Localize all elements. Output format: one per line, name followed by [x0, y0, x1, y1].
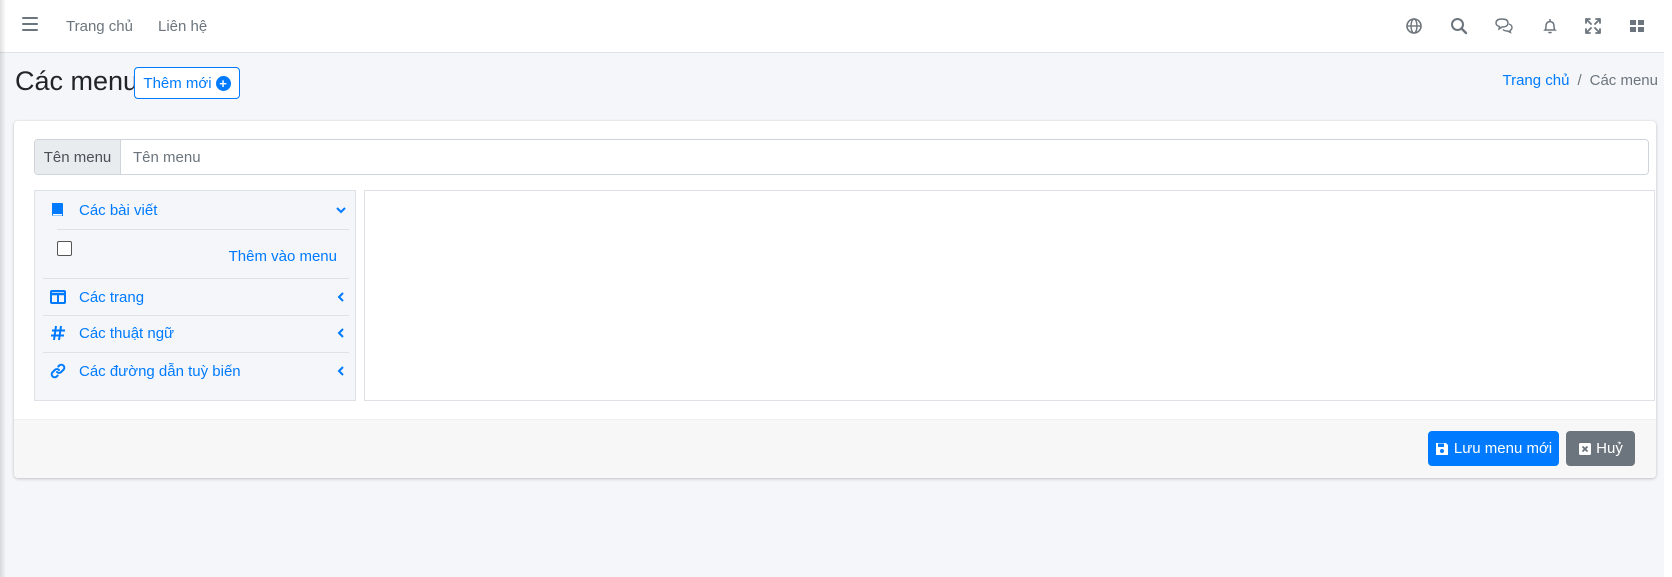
accordion-item-label: Các trang	[79, 288, 145, 306]
comments-icon[interactable]	[1494, 16, 1514, 36]
search-icon[interactable]	[1449, 16, 1469, 36]
link-icon	[50, 363, 66, 379]
accordion-item-pages[interactable]: Các trang	[43, 278, 349, 316]
expand-icon[interactable]	[1583, 16, 1603, 36]
close-square-icon	[1579, 442, 1592, 455]
save-icon	[1435, 442, 1448, 455]
chevron-left-icon	[337, 328, 344, 338]
window-edge	[1664, 0, 1672, 577]
accordion-item-label: Các đường dẫn tuỳ biến	[79, 362, 241, 380]
hashtag-icon	[51, 325, 65, 341]
nav-contact-link[interactable]: Liên hệ	[158, 0, 207, 52]
save-menu-button-label: Lưu menu mới	[1453, 440, 1553, 457]
add-new-button[interactable]: Thêm mới +	[134, 67, 240, 99]
accordion-item-custom-links[interactable]: Các đường dẫn tuỳ biến	[43, 352, 349, 390]
bell-icon[interactable]	[1540, 16, 1560, 36]
menu-source-accordion: Các bài viết Thêm vào menu Các trang Các…	[34, 190, 356, 401]
menu-icon[interactable]	[22, 17, 38, 31]
globe-icon[interactable]	[1404, 16, 1424, 36]
breadcrumb-home-link[interactable]: Trang chủ	[1502, 72, 1569, 89]
menu-name-input[interactable]	[121, 140, 1648, 174]
columns-icon	[50, 290, 66, 304]
plus-circle-icon: +	[215, 75, 231, 91]
post-select-checkbox[interactable]	[57, 241, 72, 256]
add-to-menu-link[interactable]: Thêm vào menu	[229, 248, 337, 265]
accordion-item-terms[interactable]: Các thuật ngữ	[43, 314, 349, 352]
menu-structure-panel[interactable]	[364, 190, 1655, 401]
breadcrumb: Trang chủ / Các menu	[1502, 72, 1658, 89]
nav-home-link[interactable]: Trang chủ	[66, 0, 133, 52]
cancel-button-label: Huỷ	[1596, 440, 1623, 457]
accordion-item-label: Các thuật ngữ	[79, 324, 175, 342]
chevron-left-icon	[337, 292, 344, 302]
menu-form-card: Tên menu Các bài viết Thêm vào menu Các …	[14, 121, 1656, 478]
divider	[57, 229, 349, 230]
book-icon	[51, 203, 63, 216]
accordion-item-posts[interactable]: Các bài viết	[43, 191, 349, 229]
menu-name-label: Tên menu	[35, 140, 121, 174]
cancel-button[interactable]: Huỷ	[1566, 431, 1635, 466]
card-footer: Lưu menu mới Huỷ	[14, 419, 1656, 478]
chevron-down-icon	[336, 207, 346, 214]
menu-name-group: Tên menu	[34, 139, 1649, 175]
chevron-left-icon	[337, 366, 344, 376]
breadcrumb-separator: /	[1577, 72, 1582, 89]
add-new-button-label: Thêm mới	[143, 74, 212, 92]
accordion-item-label: Các bài viết	[79, 201, 158, 219]
save-menu-button[interactable]: Lưu menu mới	[1428, 431, 1559, 466]
top-navbar: Trang chủ Liên hệ	[0, 0, 1672, 53]
grid-icon[interactable]	[1627, 16, 1647, 36]
sidebar-shadow	[0, 0, 6, 577]
page-title: Các menu	[15, 66, 139, 96]
breadcrumb-current: Các menu	[1589, 72, 1658, 89]
